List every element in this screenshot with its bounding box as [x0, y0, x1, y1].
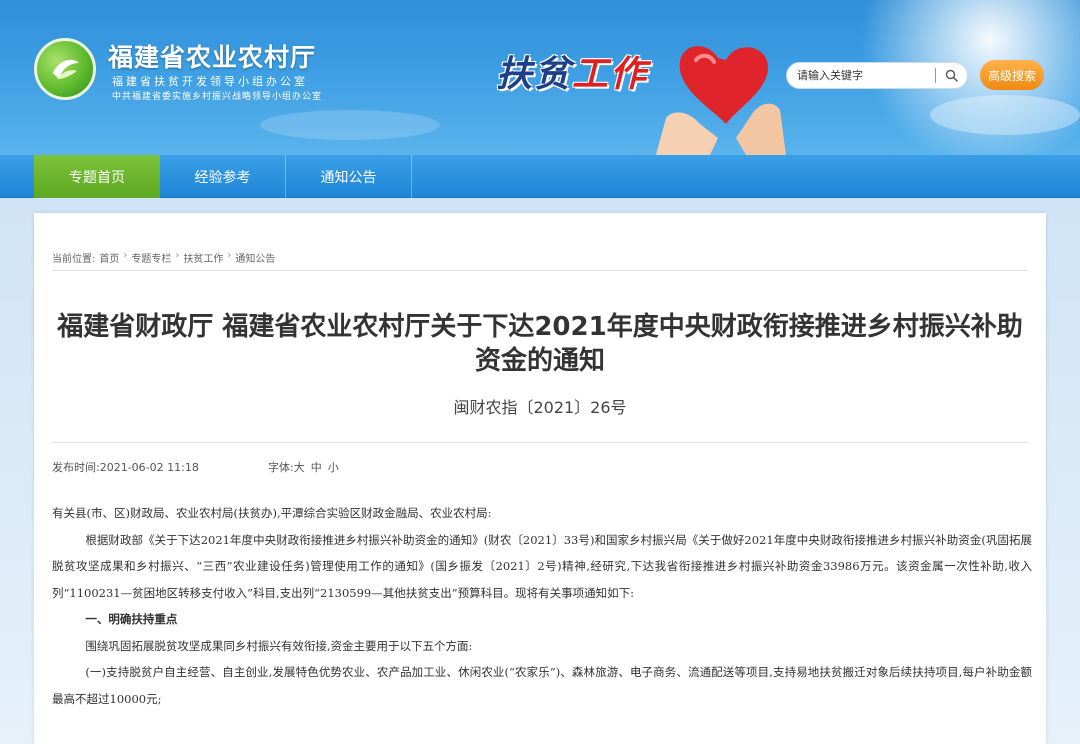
article-paragraph-salutation: 有关县(市、区)财政局、农业农村局(扶贫办),平潭综合实验区财政金融局、农业农村…	[52, 506, 492, 520]
publish-time: 发布时间:2021-06-02 11:18	[52, 461, 199, 474]
nav-item-notices[interactable]: 通知公告	[286, 155, 412, 198]
breadcrumb: 当前位置: 首页 › 专题专栏 › 扶贫工作 › 通知公告	[52, 250, 275, 265]
breadcrumb-prefix: 当前位置:	[52, 254, 96, 265]
font-size-small[interactable]: 小	[328, 459, 339, 475]
font-size-options: 大 中 小	[294, 459, 339, 475]
search-icon[interactable]	[936, 62, 966, 89]
divider	[52, 270, 1028, 271]
heart-hands-image	[656, 46, 786, 155]
site-subtitle-2: 中共福建省委实施乡村振兴战略领导小组办公室	[112, 92, 323, 102]
article-title: 福建省财政厅 福建省农业农村厅关于下达2021年度中央财政衔接推进乡村振兴补助资…	[57, 312, 1023, 376]
cloud-decoration	[260, 110, 440, 140]
site-header: 福建省农业农村厅 福建省扶贫开发领导小组办公室 中共福建省委实施乡村振兴战略领导…	[0, 0, 1080, 155]
article-section-heading: 一、明确扶持重点	[85, 612, 178, 626]
font-size-large[interactable]: 大	[294, 459, 305, 475]
article-panel: 当前位置: 首页 › 专题专栏 › 扶贫工作 › 通知公告 福建省财政厅 福建省…	[34, 213, 1046, 744]
divider	[52, 442, 1028, 443]
breadcrumb-topics[interactable]: 专题专栏	[131, 250, 171, 265]
breadcrumb-poverty-work[interactable]: 扶贫工作	[183, 250, 223, 265]
cloud-decoration	[930, 95, 1080, 135]
banner-title: 扶贫工作	[496, 45, 648, 97]
site-name[interactable]: 福建省农业农村厅	[108, 38, 316, 74]
search-box	[786, 62, 968, 89]
search-input[interactable]	[787, 69, 935, 82]
site-logo-icon[interactable]	[34, 38, 96, 100]
document-number: 闽财农指〔2021〕26号	[453, 398, 627, 417]
site-subtitle-1: 福建省扶贫开发领导小组办公室	[112, 75, 308, 88]
main-nav: 专题首页 经验参考 通知公告	[0, 155, 1080, 198]
article-paragraph: 围绕巩固拓展脱贫攻坚成果同乡村振兴有效衔接,资金主要用于以下五个方面:	[85, 638, 473, 653]
breadcrumb-separator: ›	[123, 250, 128, 261]
nav-item-home[interactable]: 专题首页	[34, 155, 160, 198]
breadcrumb-separator: ›	[227, 250, 232, 261]
font-size-label: 字体:	[268, 461, 294, 474]
breadcrumb-home[interactable]: 首页	[99, 250, 119, 265]
banner-title-part1: 扶贫	[496, 54, 573, 95]
breadcrumb-separator: ›	[175, 250, 180, 261]
font-size-medium[interactable]: 中	[311, 459, 322, 475]
article-paragraph: 根据财政部《关于下达2021年度中央财政衔接推进乡村振兴补助资金的通知》(财农〔…	[52, 532, 1032, 600]
advanced-search-button[interactable]: 高级搜索	[980, 60, 1044, 90]
article-paragraph: (一)支持脱贫户自主经营、自主创业,发展特色优势农业、农产品加工业、休闲农业(“…	[52, 665, 1032, 706]
breadcrumb-notices[interactable]: 通知公告	[235, 250, 275, 265]
nav-item-experience[interactable]: 经验参考	[160, 155, 286, 198]
article-body: 有关县(市、区)财政局、农业农村局(扶贫办),平潭综合实验区财政金融局、农业农村…	[52, 500, 1032, 712]
article-meta: 发布时间:2021-06-02 11:18 字体: 大 中 小	[52, 459, 339, 475]
banner-title-part2: 工作	[572, 54, 649, 95]
